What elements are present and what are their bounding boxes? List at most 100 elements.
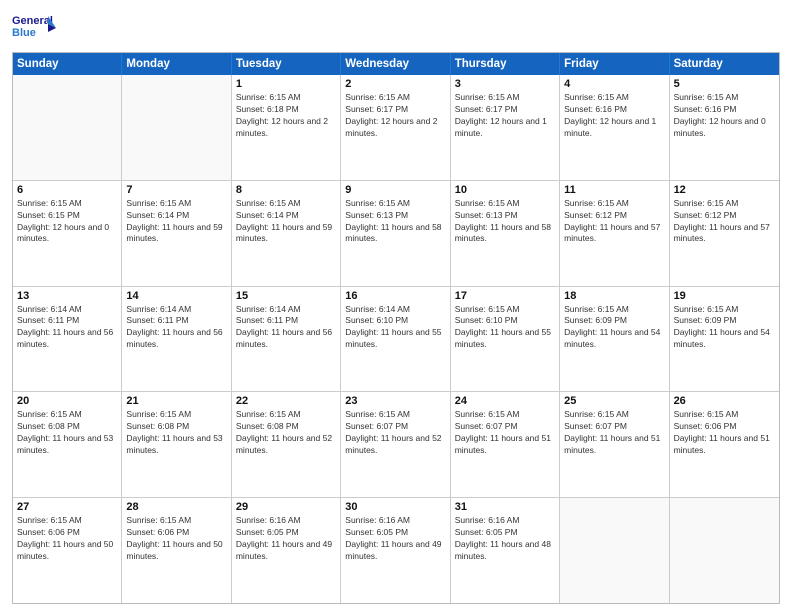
day-info: Sunrise: 6:15 AM Sunset: 6:18 PM Dayligh… (236, 92, 336, 140)
day-number: 23 (345, 395, 445, 407)
day-cell: 12 Sunrise: 6:15 AM Sunset: 6:12 PM Dayli… (670, 181, 779, 286)
day-cell: 21Sunrise: 6:15 AM Sunset: 6:08 PM Dayli… (122, 392, 231, 497)
day-info: Sunrise: 6:15 AM Sunset: 6:09 PM Dayligh… (674, 304, 775, 352)
day-cell: 19 Sunrise: 6:15 AM Sunset: 6:09 PM Dayli… (670, 287, 779, 392)
day-info: Sunrise: 6:14 AM Sunset: 6:10 PM Dayligh… (345, 304, 445, 352)
day-cell: 29 Sunrise: 6:16 AM Sunset: 6:05 PM Dayli… (232, 498, 341, 603)
day-number: 7 (126, 184, 226, 196)
day-headers-row: SundayMondayTuesdayWednesdayThursdayFrid… (13, 53, 779, 75)
day-info: Sunrise: 6:15 AM Sunset: 6:07 PM Dayligh… (345, 409, 445, 457)
day-header-sunday: Sunday (13, 53, 122, 75)
day-info: Sunrise: 6:15 AM Sunset: 6:07 PM Dayligh… (564, 409, 664, 457)
day-number: 19 (674, 290, 775, 302)
day-number: 26 (674, 395, 775, 407)
day-cell: 31Sunrise: 6:16 AM Sunset: 6:05 PM Dayli… (451, 498, 560, 603)
day-cell (122, 75, 231, 180)
day-info: Sunrise: 6:15 AM Sunset: 6:06 PM Dayligh… (17, 515, 117, 563)
day-cell: 10 Sunrise: 6:15 AM Sunset: 6:13 PM Dayli… (451, 181, 560, 286)
day-cell: 16 Sunrise: 6:14 AM Sunset: 6:10 PM Dayli… (341, 287, 450, 392)
day-info: Sunrise: 6:15 AM Sunset: 6:06 PM Dayligh… (674, 409, 775, 457)
day-number: 29 (236, 501, 336, 513)
day-header-thursday: Thursday (451, 53, 560, 75)
day-number: 8 (236, 184, 336, 196)
day-cell: 30 Sunrise: 6:16 AM Sunset: 6:05 PM Dayli… (341, 498, 450, 603)
day-number: 27 (17, 501, 117, 513)
day-cell: 23 Sunrise: 6:15 AM Sunset: 6:07 PM Dayli… (341, 392, 450, 497)
day-cell: 13 Sunrise: 6:14 AM Sunset: 6:11 PM Dayli… (13, 287, 122, 392)
day-number: 3 (455, 78, 555, 90)
day-number: 6 (17, 184, 117, 196)
day-header-tuesday: Tuesday (232, 53, 341, 75)
day-cell: 2 Sunrise: 6:15 AM Sunset: 6:17 PM Daylig… (341, 75, 450, 180)
day-number: 30 (345, 501, 445, 513)
day-info: Sunrise: 6:15 AM Sunset: 6:12 PM Dayligh… (674, 198, 775, 246)
week-row-2: 6 Sunrise: 6:15 AM Sunset: 6:15 PM Daylig… (13, 180, 779, 286)
day-number: 16 (345, 290, 445, 302)
day-header-saturday: Saturday (670, 53, 779, 75)
day-number: 10 (455, 184, 555, 196)
day-number: 2 (345, 78, 445, 90)
day-cell (13, 75, 122, 180)
day-cell: 15 Sunrise: 6:14 AM Sunset: 6:11 PM Dayli… (232, 287, 341, 392)
svg-text:Blue: Blue (12, 27, 36, 39)
day-number: 17 (455, 290, 555, 302)
day-cell: 27 Sunrise: 6:15 AM Sunset: 6:06 PM Dayli… (13, 498, 122, 603)
day-cell: 18 Sunrise: 6:15 AM Sunset: 6:09 PM Dayli… (560, 287, 669, 392)
day-info: Sunrise: 6:15 AM Sunset: 6:14 PM Dayligh… (236, 198, 336, 246)
day-info: Sunrise: 6:15 AM Sunset: 6:17 PM Dayligh… (455, 92, 555, 140)
day-number: 13 (17, 290, 117, 302)
logo-svg: General Blue (12, 10, 56, 46)
day-number: 28 (126, 501, 226, 513)
day-cell: 25 Sunrise: 6:15 AM Sunset: 6:07 PM Dayli… (560, 392, 669, 497)
day-cell: 7Sunrise: 6:15 AM Sunset: 6:14 PM Daylig… (122, 181, 231, 286)
day-cell: 26 Sunrise: 6:15 AM Sunset: 6:06 PM Dayli… (670, 392, 779, 497)
day-info: Sunrise: 6:16 AM Sunset: 6:05 PM Dayligh… (345, 515, 445, 563)
day-cell (670, 498, 779, 603)
calendar: SundayMondayTuesdayWednesdayThursdayFrid… (12, 52, 780, 604)
day-number: 22 (236, 395, 336, 407)
day-info: Sunrise: 6:16 AM Sunset: 6:05 PM Dayligh… (236, 515, 336, 563)
day-cell: 17Sunrise: 6:15 AM Sunset: 6:10 PM Dayli… (451, 287, 560, 392)
day-number: 12 (674, 184, 775, 196)
day-info: Sunrise: 6:14 AM Sunset: 6:11 PM Dayligh… (17, 304, 117, 352)
day-number: 20 (17, 395, 117, 407)
day-cell: 14 Sunrise: 6:14 AM Sunset: 6:11 PM Dayli… (122, 287, 231, 392)
logo: General Blue (12, 10, 56, 46)
day-number: 18 (564, 290, 664, 302)
day-info: Sunrise: 6:15 AM Sunset: 6:16 PM Dayligh… (564, 92, 664, 140)
svg-text:General: General (12, 15, 53, 27)
day-info: Sunrise: 6:15 AM Sunset: 6:16 PM Dayligh… (674, 92, 775, 140)
day-cell: 9Sunrise: 6:15 AM Sunset: 6:13 PM Daylig… (341, 181, 450, 286)
day-info: Sunrise: 6:15 AM Sunset: 6:09 PM Dayligh… (564, 304, 664, 352)
week-row-5: 27 Sunrise: 6:15 AM Sunset: 6:06 PM Dayli… (13, 497, 779, 603)
day-number: 5 (674, 78, 775, 90)
day-header-friday: Friday (560, 53, 669, 75)
week-row-4: 20 Sunrise: 6:15 AM Sunset: 6:08 PM Dayli… (13, 391, 779, 497)
day-info: Sunrise: 6:15 AM Sunset: 6:17 PM Dayligh… (345, 92, 445, 140)
day-header-monday: Monday (122, 53, 231, 75)
day-number: 4 (564, 78, 664, 90)
day-cell: 3 Sunrise: 6:15 AM Sunset: 6:17 PM Daylig… (451, 75, 560, 180)
day-info: Sunrise: 6:14 AM Sunset: 6:11 PM Dayligh… (236, 304, 336, 352)
day-cell: 1Sunrise: 6:15 AM Sunset: 6:18 PM Daylig… (232, 75, 341, 180)
day-number: 14 (126, 290, 226, 302)
day-cell: 11Sunrise: 6:15 AM Sunset: 6:12 PM Dayli… (560, 181, 669, 286)
week-row-1: 1Sunrise: 6:15 AM Sunset: 6:18 PM Daylig… (13, 75, 779, 180)
day-info: Sunrise: 6:15 AM Sunset: 6:13 PM Dayligh… (455, 198, 555, 246)
day-number: 24 (455, 395, 555, 407)
day-info: Sunrise: 6:15 AM Sunset: 6:07 PM Dayligh… (455, 409, 555, 457)
day-info: Sunrise: 6:15 AM Sunset: 6:08 PM Dayligh… (236, 409, 336, 457)
day-cell: 8 Sunrise: 6:15 AM Sunset: 6:14 PM Daylig… (232, 181, 341, 286)
day-cell: 20Sunrise: 6:15 AM Sunset: 6:08 PM Dayli… (13, 392, 122, 497)
week-row-3: 13 Sunrise: 6:14 AM Sunset: 6:11 PM Dayli… (13, 286, 779, 392)
day-info: Sunrise: 6:15 AM Sunset: 6:06 PM Dayligh… (126, 515, 226, 563)
day-header-wednesday: Wednesday (341, 53, 450, 75)
day-number: 25 (564, 395, 664, 407)
day-info: Sunrise: 6:14 AM Sunset: 6:11 PM Dayligh… (126, 304, 226, 352)
day-info: Sunrise: 6:15 AM Sunset: 6:12 PM Dayligh… (564, 198, 664, 246)
day-cell: 5 Sunrise: 6:15 AM Sunset: 6:16 PM Daylig… (670, 75, 779, 180)
day-info: Sunrise: 6:15 AM Sunset: 6:15 PM Dayligh… (17, 198, 117, 246)
day-number: 9 (345, 184, 445, 196)
calendar-weeks: 1Sunrise: 6:15 AM Sunset: 6:18 PM Daylig… (13, 75, 779, 603)
day-number: 15 (236, 290, 336, 302)
